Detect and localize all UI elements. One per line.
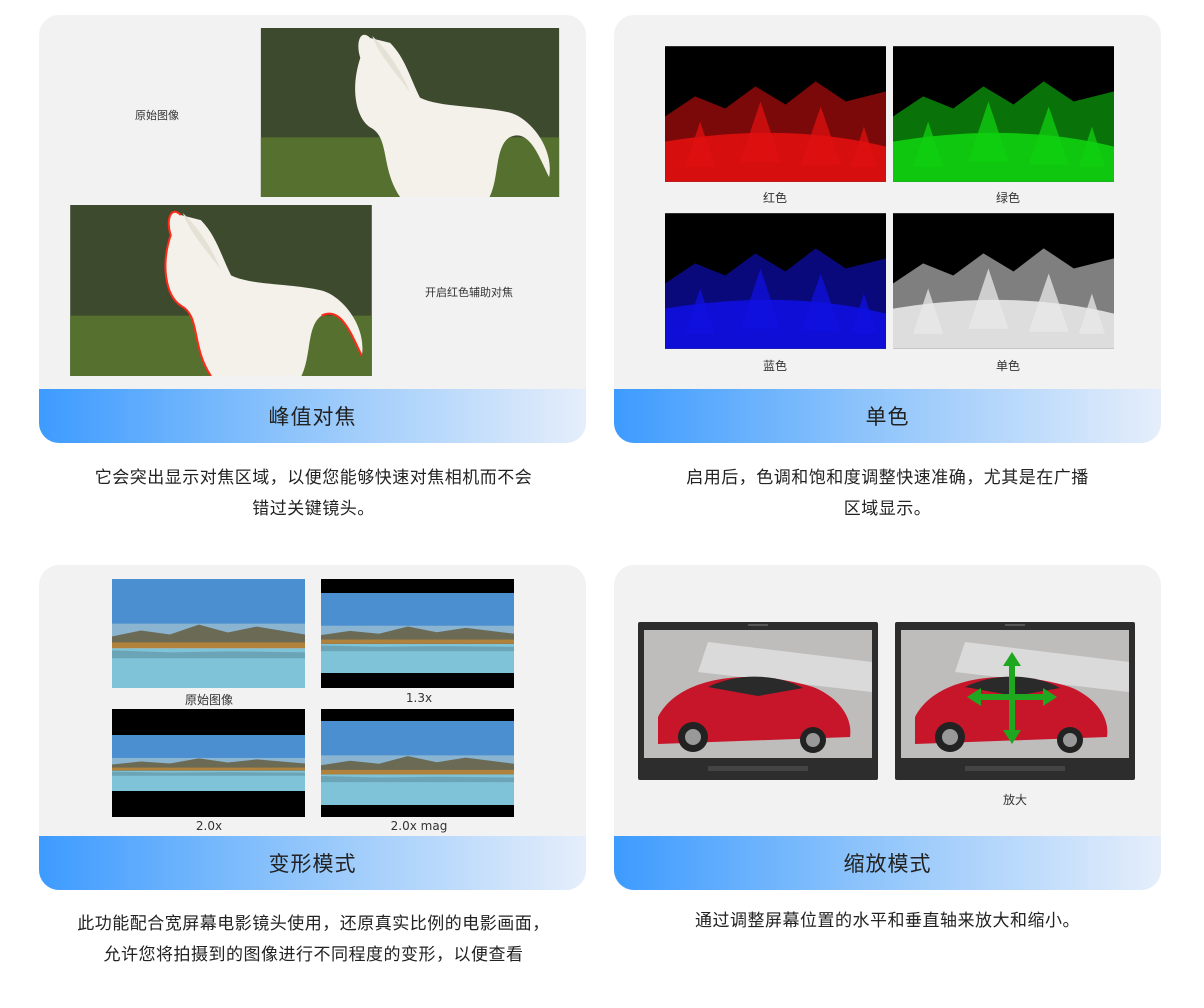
caption-2x: 2.0x xyxy=(195,819,223,833)
anamorphic-1-3x-image xyxy=(321,579,514,688)
monochrome-description: 启用后，色调和饱和度调整快速准确，尤其是在广播 区域显示。 xyxy=(686,468,1089,519)
anamorphic-card: 原始图像 1.3x 2.0x 2.0x mag 变形模式 xyxy=(39,565,586,890)
mono-image xyxy=(893,213,1114,349)
anamorphic-2x-mag-image xyxy=(321,709,514,817)
anamorphic-description: 此功能配合宽屏幕电影镜头使用，还原真实比例的电影画面， 允许您将拍摄到的图像进行… xyxy=(77,914,550,965)
red-channel-image xyxy=(665,46,886,182)
caption-blue: 蓝色 xyxy=(762,359,787,373)
caption-2x-mag: 2.0x mag xyxy=(390,819,448,833)
monitor-zoomed-image xyxy=(894,622,1136,780)
monitor-original-image xyxy=(637,622,879,780)
caption-original-image: 原始图像 xyxy=(135,109,179,122)
caption-red-peaking: 开启红色辅助对焦 xyxy=(425,286,513,299)
caption-zoom-in: 放大 xyxy=(1002,793,1027,807)
caption-original-image: 原始图像 xyxy=(184,693,233,707)
caption-green: 绿色 xyxy=(995,191,1020,205)
peak-focus-description: 它会突出显示对焦区域，以便您能够快速对焦相机而不会 错过关键镜头。 xyxy=(94,468,533,519)
monochrome-card: 红色 绿色 蓝色 单色 单色 xyxy=(614,15,1161,443)
horse-peaking-image xyxy=(70,205,372,376)
horse-original-image xyxy=(260,28,560,197)
peak-focus-card: 原始图像 开启红色辅助对焦 峰值对焦 xyxy=(39,15,586,443)
blue-channel-image xyxy=(665,213,886,349)
zoom-title: 缩放模式 xyxy=(614,836,1161,890)
zoom-description: 通过调整屏幕位置的水平和垂直轴来放大和缩小。 xyxy=(695,911,1080,931)
anamorphic-original-image xyxy=(112,579,305,688)
caption-red: 红色 xyxy=(762,191,787,205)
anamorphic-2x-image xyxy=(112,709,305,817)
monochrome-title: 单色 xyxy=(614,389,1161,443)
caption-mono: 单色 xyxy=(995,359,1020,373)
caption-1-3x: 1.3x xyxy=(405,691,433,705)
anamorphic-title: 变形模式 xyxy=(39,836,586,890)
zoom-card: 放大 缩放模式 xyxy=(614,565,1161,890)
peak-focus-title: 峰值对焦 xyxy=(39,389,586,443)
green-channel-image xyxy=(893,46,1114,182)
